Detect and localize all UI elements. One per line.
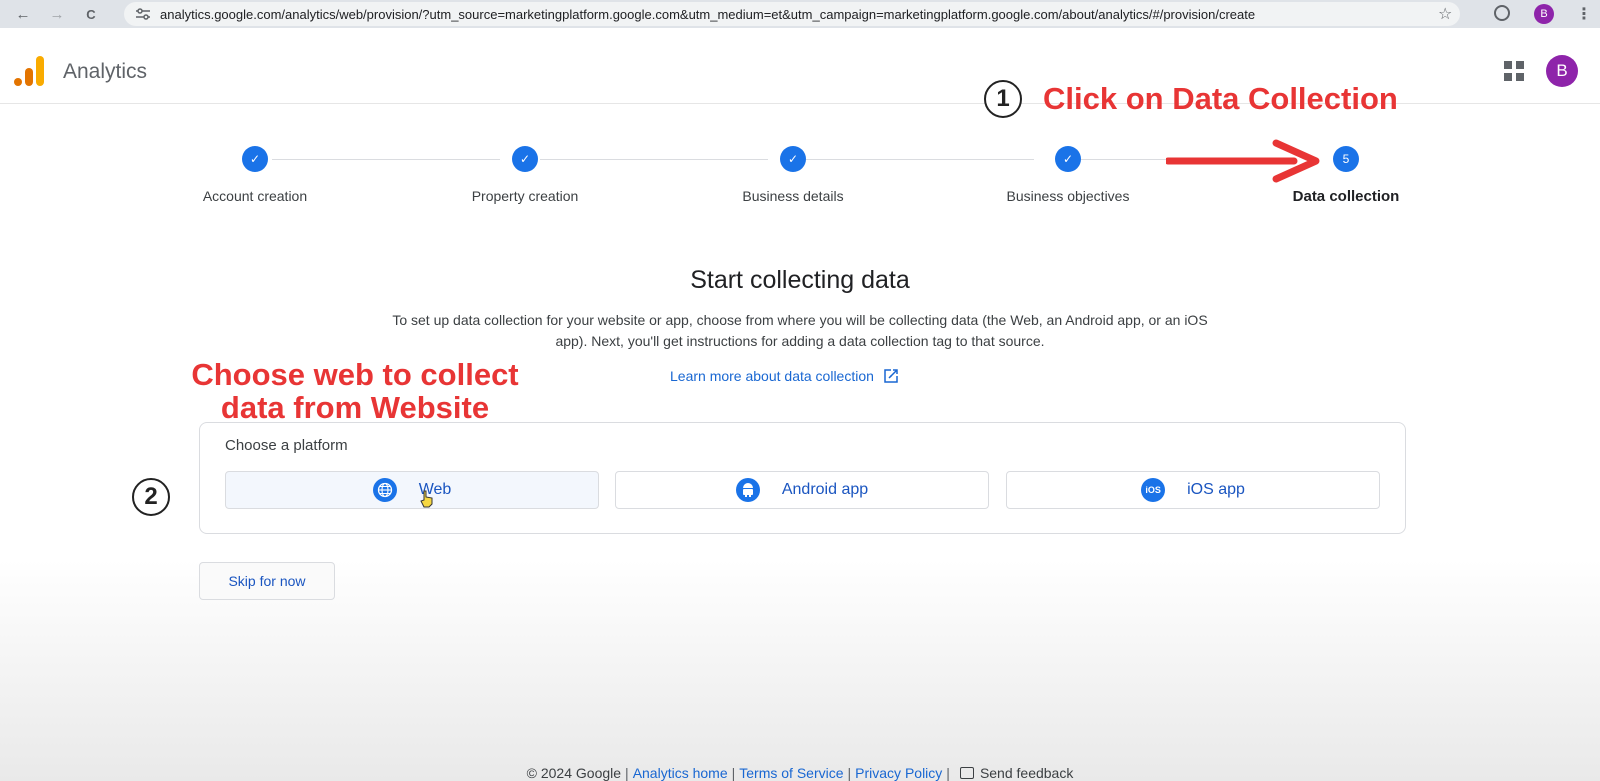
browser-menu-icon[interactable]: ⋮ — [1576, 4, 1592, 24]
ios-icon: iOS — [1141, 478, 1166, 502]
android-platform-label: Android app — [781, 481, 869, 498]
annotation-number-1: 1 — [984, 80, 1022, 118]
footer-link-terms[interactable]: Terms of Service — [739, 765, 843, 781]
feedback-icon — [959, 767, 974, 779]
annotation-text-1: Click on Data Collection — [1043, 81, 1398, 116]
step-number-badge: 5 — [1333, 146, 1359, 172]
back-button[interactable]: ← — [12, 3, 34, 25]
site-settings-icon[interactable] — [136, 8, 150, 20]
check-icon: ✓ — [1055, 146, 1081, 172]
learn-more-label: Learn more about data collection — [670, 368, 874, 384]
annotation-text-2: Choose web to collect data from Website — [150, 358, 560, 424]
annotation-number-2: 2 — [132, 478, 170, 516]
learn-more-link[interactable]: Learn more about data collection — [670, 368, 898, 384]
step-property-creation[interactable]: ✓ Property creation — [425, 146, 625, 204]
annotation-text-2-line2: data from Website — [220, 390, 490, 425]
open-in-new-icon — [884, 369, 898, 383]
footer-link-privacy[interactable]: Privacy Policy — [855, 765, 942, 781]
footer-copyright: © 2024 Google — [526, 765, 622, 781]
bookmark-star-icon[interactable]: ☆ — [1438, 4, 1452, 24]
page-title: Start collecting data — [690, 266, 910, 294]
url-text: analytics.google.com/analytics/web/provi… — [160, 6, 1256, 22]
globe-icon — [372, 478, 397, 502]
analytics-logo-icon[interactable] — [14, 56, 44, 86]
send-feedback-link[interactable]: Send feedback — [980, 765, 1073, 781]
android-icon — [735, 478, 760, 502]
ios-platform-label: iOS app — [1187, 481, 1245, 498]
browser-profile-avatar[interactable]: B — [1534, 4, 1554, 24]
forward-button[interactable]: → — [46, 3, 68, 25]
ios-platform-button[interactable]: iOS iOS app — [1006, 471, 1380, 509]
annotation-text-2-line1: Choose web to collect — [191, 357, 519, 392]
check-icon: ✓ — [242, 146, 268, 172]
step-account-creation[interactable]: ✓ Account creation — [155, 146, 355, 204]
step-business-details[interactable]: ✓ Business details — [693, 146, 893, 204]
hand-cursor-icon — [420, 490, 433, 508]
page-description: To set up data collection for your websi… — [392, 312, 1208, 349]
address-bar[interactable]: analytics.google.com/analytics/web/provi… — [124, 2, 1460, 26]
avatar[interactable]: B — [1546, 55, 1578, 87]
browser-toolbar: ← → C analytics.google.com/analytics/web… — [0, 0, 1600, 28]
android-platform-button[interactable]: Android app — [615, 471, 989, 509]
apps-grid-icon[interactable] — [1504, 61, 1524, 81]
annotation-arrow-icon — [1166, 139, 1320, 183]
check-icon: ✓ — [512, 146, 538, 172]
step-label: Property creation — [471, 188, 579, 204]
step-business-objectives[interactable]: ✓ Business objectives — [968, 146, 1168, 204]
footer-link-analytics-home[interactable]: Analytics home — [633, 765, 728, 781]
app-title: Analytics — [63, 60, 148, 83]
step-label: Account creation — [202, 188, 308, 204]
platform-card: Choose a platform Web Android app iOS iO… — [199, 422, 1406, 534]
footer: © 2024 Google | Analytics home | Terms of Se… — [526, 765, 1074, 781]
platform-card-title: Choose a platform — [225, 437, 348, 454]
extension-icon[interactable] — [1494, 5, 1510, 21]
web-platform-button[interactable]: Web — [225, 471, 599, 509]
step-label: Business objectives — [1006, 188, 1130, 204]
check-icon: ✓ — [780, 146, 806, 172]
reload-button[interactable]: C — [80, 3, 102, 25]
skip-for-now-button[interactable]: Skip for now — [199, 562, 335, 600]
step-label: Business details — [742, 188, 844, 204]
step-label: Data collection — [1292, 188, 1400, 205]
